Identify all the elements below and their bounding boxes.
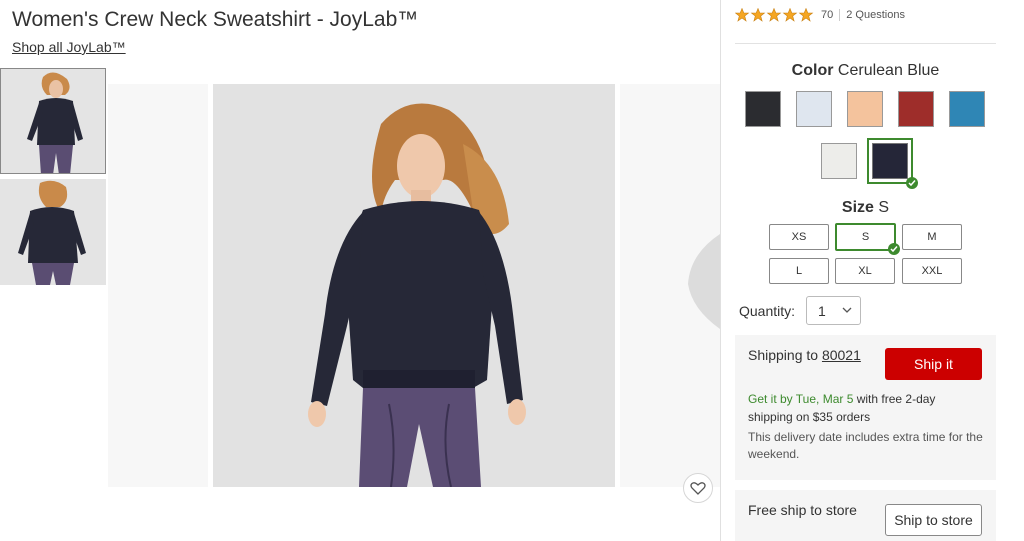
gallery-prev-panel[interactable] bbox=[108, 84, 208, 487]
size-option-xxl[interactable]: XXL bbox=[902, 258, 962, 284]
review-count[interactable]: 70 bbox=[821, 9, 833, 21]
favorite-button[interactable] bbox=[683, 473, 713, 503]
delivery-note: This delivery date includes extra time f… bbox=[748, 430, 983, 461]
quantity-label: Quantity: bbox=[739, 303, 796, 319]
color-swatch-cream[interactable] bbox=[821, 143, 857, 179]
heart-icon bbox=[690, 482, 706, 495]
thumbnail-back[interactable] bbox=[0, 179, 106, 285]
chevron-down-icon bbox=[842, 307, 852, 313]
size-check-icon bbox=[888, 243, 900, 255]
color-heading: Color Cerulean Blue bbox=[735, 62, 996, 80]
rating-separator bbox=[839, 9, 841, 21]
shipping-panel: Shipping to 80021 Ship it Get it by Tue,… bbox=[735, 335, 996, 480]
color-swatch-navy bbox=[872, 143, 908, 179]
quantity-value: 1 bbox=[818, 302, 826, 319]
size-option-xl[interactable]: XL bbox=[835, 258, 895, 284]
size-label: Size bbox=[841, 199, 874, 216]
ship-to-store-button[interactable]: Ship to store bbox=[885, 504, 982, 536]
rating-divider bbox=[735, 43, 996, 44]
quantity-select[interactable]: 1 bbox=[806, 296, 861, 325]
color-label: Color bbox=[791, 62, 834, 79]
thumbnail-front[interactable] bbox=[0, 68, 106, 174]
main-product-image[interactable] bbox=[213, 84, 615, 487]
gallery-next-panel[interactable] bbox=[620, 84, 720, 487]
panel-divider bbox=[720, 0, 721, 541]
color-swatch-light-blue[interactable] bbox=[796, 91, 832, 127]
product-thumb-front-image bbox=[1, 69, 105, 173]
size-selected-value: S bbox=[878, 199, 890, 216]
size-heading: Size S bbox=[735, 199, 996, 217]
delivery-estimate: Get it by Tue, Mar 5 with free 2-day shi… bbox=[748, 390, 983, 426]
ship-to-store-panel: Free ship to store Ship to store bbox=[735, 490, 996, 541]
color-swatch-navy-selected[interactable] bbox=[867, 138, 913, 184]
store-label: Free ship to store bbox=[748, 502, 857, 518]
product-thumb-back-image bbox=[0, 179, 106, 285]
ship-it-button[interactable]: Ship it bbox=[885, 348, 982, 380]
questions-link[interactable]: 2 Questions bbox=[846, 9, 905, 21]
next-image-peek bbox=[688, 234, 720, 329]
color-check-icon bbox=[906, 177, 918, 189]
rating-summary: 70 2 Questions bbox=[735, 8, 905, 22]
delivery-date: Get it by Tue, Mar 5 bbox=[748, 392, 854, 406]
zip-code-link[interactable]: 80021 bbox=[822, 347, 861, 363]
shop-all-link[interactable]: Shop all JoyLab™ bbox=[12, 39, 126, 55]
shipping-to-label: Shipping to bbox=[748, 347, 819, 363]
shipping-to-text: Shipping to 80021 bbox=[748, 347, 861, 363]
color-swatch-black[interactable] bbox=[745, 91, 781, 127]
star-rating[interactable] bbox=[735, 8, 815, 22]
color-swatch-red[interactable] bbox=[898, 91, 934, 127]
size-option-xs[interactable]: XS bbox=[769, 224, 829, 250]
color-selected-value: Cerulean Blue bbox=[837, 62, 940, 79]
color-swatch-peach[interactable] bbox=[847, 91, 883, 127]
size-option-s[interactable]: S bbox=[835, 223, 896, 251]
color-swatch-cerulean[interactable] bbox=[949, 91, 985, 127]
product-title: Women's Crew Neck Sweatshirt - JoyLab™ bbox=[12, 8, 419, 31]
size-option-m[interactable]: M bbox=[902, 224, 962, 250]
stars-icon bbox=[735, 8, 814, 22]
model-illustration bbox=[213, 84, 615, 487]
size-option-l[interactable]: L bbox=[769, 258, 829, 284]
